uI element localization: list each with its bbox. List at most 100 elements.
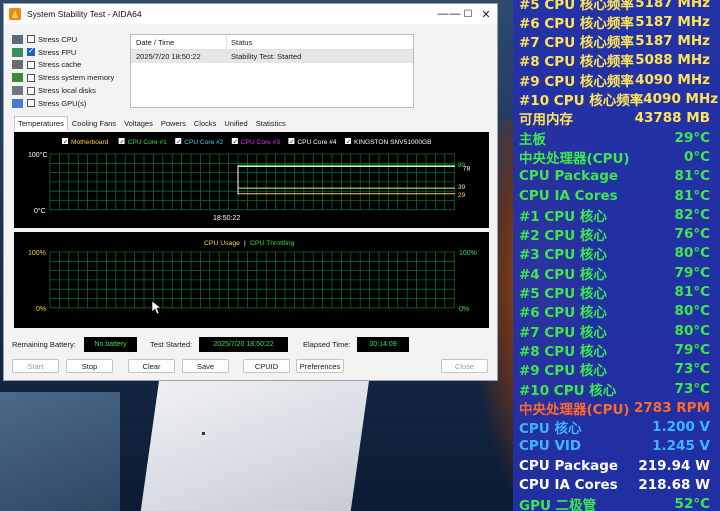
table-row[interactable]: 2025/7/20 18:50:22 Stability Test: Start… bbox=[131, 50, 413, 63]
stress-checkbox[interactable] bbox=[27, 86, 35, 95]
osd-row: 主板 29°C bbox=[513, 128, 720, 148]
remaining-battery-value: No battery bbox=[84, 337, 137, 352]
osd-value: 2783 RPM bbox=[634, 399, 710, 416]
col-status-header[interactable]: Status bbox=[227, 38, 252, 47]
osd-row: #9 CPU 核心频率 4090 MHz bbox=[513, 70, 720, 90]
osd-row: 中央处理器(CPU) 2783 RPM bbox=[513, 398, 720, 418]
osd-label: #1 CPU 核心 bbox=[519, 208, 607, 225]
osd-value: 79°C bbox=[674, 341, 710, 358]
stress-checkbox[interactable] bbox=[27, 73, 35, 82]
tab-voltages[interactable]: Voltages bbox=[120, 116, 157, 130]
osd-value: 1.200 V bbox=[652, 419, 710, 436]
tab-statistics[interactable]: Statistics bbox=[252, 116, 290, 130]
hardware-monitor-osd: #5 CPU 核心频率 5187 MHz #6 CPU 核心频率 5187 MHz #7… bbox=[513, 0, 720, 511]
log-datetime: 2025/7/20 18:50:22 bbox=[136, 52, 201, 61]
osd-label: 中央处理器(CPU) bbox=[519, 401, 630, 418]
osd-value: 29°C bbox=[674, 129, 710, 146]
tab-temperatures[interactable]: Temperatures bbox=[14, 116, 68, 130]
window-title: System Stability Test - AIDA64 bbox=[27, 9, 142, 19]
legend-label: CPU Core #2 bbox=[184, 139, 224, 146]
osd-row: #1 CPU 核心 82°C bbox=[513, 205, 720, 225]
osd-row: CPU VID 1.245 V bbox=[513, 437, 720, 456]
series-value-label: 78 bbox=[463, 165, 471, 172]
osd-value: 0°C bbox=[683, 148, 710, 165]
osd-label: #10 CPU 核心频率 bbox=[519, 93, 644, 109]
osd-label: 可用内存 bbox=[519, 112, 573, 129]
memory-icon bbox=[12, 73, 23, 83]
osd-value: 52°C bbox=[674, 496, 710, 511]
osd-value: 79°C bbox=[674, 264, 710, 281]
osd-row: #7 CPU 核心 80°C bbox=[513, 321, 720, 341]
fpu-icon bbox=[12, 47, 23, 57]
osd-value: 80°C bbox=[674, 303, 710, 320]
cpu-icon bbox=[12, 34, 23, 44]
series-line bbox=[237, 165, 455, 195]
log-header: Date / Time Status bbox=[131, 35, 413, 50]
stress-option[interactable]: Stress local disks bbox=[12, 84, 130, 97]
clear-button[interactable]: Clear bbox=[128, 359, 175, 373]
minimize-button[interactable]: — bbox=[429, 4, 457, 24]
stress-checkbox[interactable] bbox=[27, 99, 35, 108]
stress-checkbox[interactable] bbox=[27, 46, 35, 57]
preferences-button[interactable]: Preferences bbox=[296, 359, 344, 373]
log-table: Date / Time Status 2025/7/20 18:50:22 St… bbox=[130, 34, 414, 108]
osd-label: #10 CPU 核心 bbox=[519, 382, 617, 399]
osd-row: #6 CPU 核心频率 5187 MHz bbox=[513, 12, 720, 32]
cpu-usage-chart: CPU Usage | CPU Throttling 100% 0% 100% 0% bbox=[28, 240, 477, 315]
tab-unified[interactable]: Unified bbox=[220, 116, 251, 130]
osd-row: #4 CPU 核心 79°C bbox=[513, 263, 720, 283]
osd-value: 5187 MHz bbox=[635, 0, 710, 11]
stop-button[interactable]: Stop bbox=[66, 359, 113, 373]
title-bar[interactable]: System Stability Test - AIDA64 — bbox=[4, 4, 497, 24]
osd-row: CPU Package 219.94 W bbox=[513, 456, 720, 475]
osd-label: #5 CPU 核心频率 bbox=[519, 0, 634, 13]
usage-grid bbox=[49, 251, 455, 309]
stress-option-label: Stress system memory bbox=[38, 73, 115, 83]
osd-value: 5187 MHz bbox=[635, 33, 710, 50]
close-button[interactable]: Close bbox=[441, 359, 488, 373]
osd-row: CPU IA Cores 81°C bbox=[513, 186, 720, 205]
stress-checkbox[interactable] bbox=[27, 35, 35, 44]
start-button[interactable]: Start bbox=[12, 359, 59, 373]
osd-label: CPU Package bbox=[519, 168, 619, 185]
title-separator: | bbox=[244, 240, 246, 247]
cache-icon bbox=[12, 60, 23, 70]
osd-value: 73°C bbox=[674, 380, 710, 397]
legend-check-icon: ✓ bbox=[176, 140, 181, 146]
osd-label: #8 CPU 核心频率 bbox=[519, 54, 634, 71]
tab-cooling-fans[interactable]: Cooling Fans bbox=[68, 116, 120, 130]
tab-powers[interactable]: Powers bbox=[157, 116, 190, 130]
cpu-usage-graph: CPU Usage | CPU Throttling 100% 0% 100% 0% bbox=[14, 232, 489, 328]
stress-option[interactable]: Stress cache bbox=[12, 59, 130, 72]
col-datetime-header[interactable]: Date / Time bbox=[131, 35, 227, 49]
stress-option[interactable]: Stress GPU(s) bbox=[12, 97, 130, 110]
stress-option[interactable]: Stress CPU bbox=[12, 33, 130, 46]
osd-value: 4090 MHz bbox=[643, 91, 719, 107]
series-line bbox=[237, 187, 455, 190]
usage-y-bottom-right: 0% bbox=[459, 306, 469, 313]
close-window-button[interactable]: ✕ bbox=[472, 4, 500, 24]
save-button[interactable]: Save bbox=[182, 359, 229, 373]
osd-row: 中央处理器(CPU) 0°C bbox=[513, 147, 720, 167]
osd-value: 80°C bbox=[674, 322, 710, 339]
stress-option[interactable]: Stress FPU bbox=[12, 46, 130, 59]
osd-label: #3 CPU 核心 bbox=[519, 247, 607, 264]
temperature-graph: ✓ Motherboard ✓ CPU Core #1 ✓ CPU Core #2 ✓ CPU… bbox=[14, 132, 489, 228]
tab-clocks[interactable]: Clocks bbox=[190, 116, 221, 130]
monitor-icon bbox=[12, 98, 23, 108]
osd-label: #6 CPU 核心 bbox=[519, 305, 607, 322]
osd-label: #5 CPU 核心 bbox=[519, 286, 607, 302]
series-line bbox=[237, 164, 455, 194]
osd-row: #5 CPU 核心 81°C bbox=[513, 283, 720, 302]
osd-value: 81°C bbox=[674, 284, 710, 300]
x-axis-label: 18:50:22 bbox=[213, 215, 240, 222]
stress-options: Stress CPU Stress FPU Stress cache Stress s… bbox=[12, 33, 130, 110]
stress-option[interactable]: Stress system memory bbox=[12, 71, 130, 84]
osd-label: #9 CPU 核心 bbox=[519, 363, 607, 380]
elapsed-time-value: 00:14:09 bbox=[357, 337, 409, 352]
cpuid-button[interactable]: CPUID bbox=[243, 359, 290, 373]
usage-y-bottom-left: 0% bbox=[36, 306, 46, 313]
stress-checkbox[interactable] bbox=[27, 60, 35, 69]
osd-value: 219.94 W bbox=[638, 457, 710, 474]
osd-value: 82°C bbox=[674, 206, 710, 223]
